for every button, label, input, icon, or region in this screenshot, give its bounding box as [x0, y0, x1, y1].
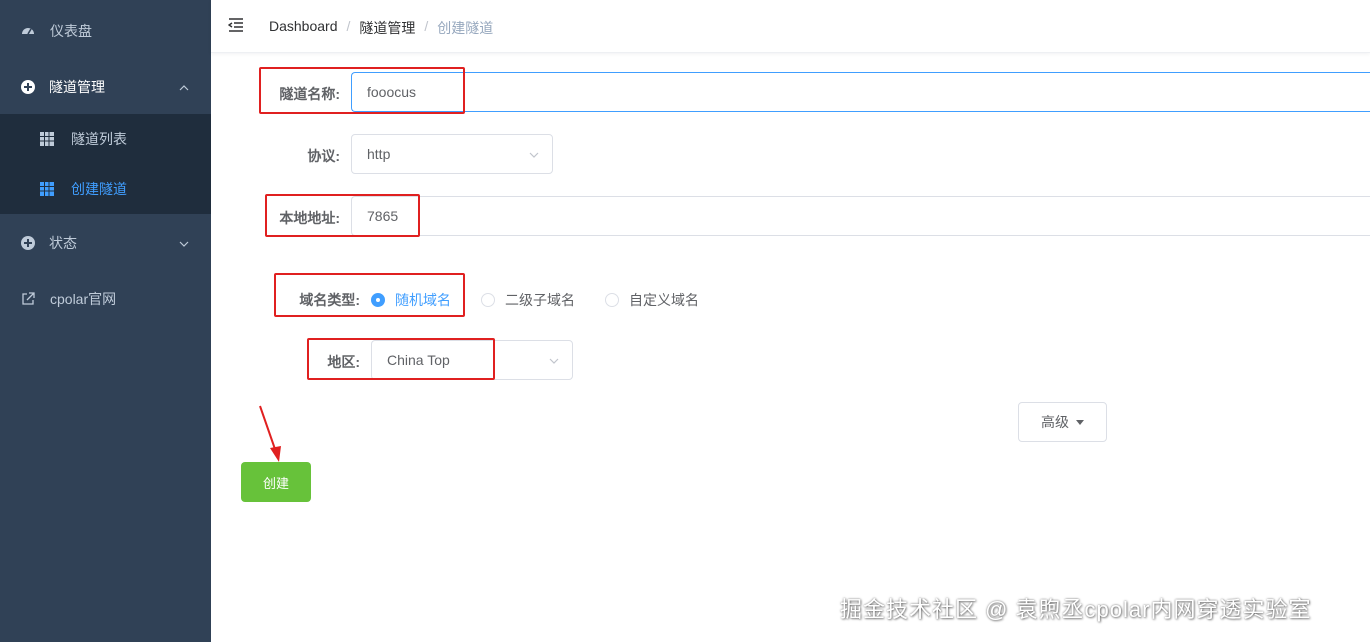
sidebar-item-cpolar-website[interactable]: cpolar官网 — [0, 271, 211, 327]
radio-label: 二级子域名 — [505, 292, 575, 308]
tunnel-management-icon — [20, 79, 36, 95]
breadcrumb-tunnel-management[interactable]: 隧道管理 — [359, 18, 415, 38]
radio-label: 自定义域名 — [629, 292, 699, 308]
sidebar-item-label: 隧道列表 — [71, 131, 127, 147]
breadcrumb-dashboard[interactable]: Dashboard — [269, 18, 338, 38]
status-icon — [20, 235, 36, 251]
local-address-label: 本地地址: — [279, 210, 340, 226]
sidebar-item-dashboard[interactable]: 仪表盘 — [0, 3, 211, 59]
local-address-value: 7865 — [367, 208, 399, 224]
domain-type-label: 域名类型: — [299, 292, 360, 308]
breadcrumb: Dashboard / 隧道管理 / 创建隧道 — [269, 18, 493, 38]
table-icon — [40, 182, 54, 196]
sidebar-item-tunnel-list[interactable]: 隧道列表 — [0, 114, 211, 164]
watermark: 掘金技术社区 @ 袁煦丞cpolar内网穿透实验室 — [840, 597, 1312, 622]
sidebar-item-label: 状态 — [49, 235, 77, 251]
radio-dot-icon — [605, 293, 619, 307]
region-value: China Top — [387, 352, 450, 368]
menu-fold-icon[interactable] — [227, 17, 246, 33]
table-icon — [40, 132, 54, 146]
radio-random-domain[interactable]: 随机域名 — [371, 290, 451, 310]
tunnel-name-value: fooocus — [367, 84, 417, 100]
sidebar-item-label: 仪表盘 — [50, 23, 92, 39]
radio-custom-domain[interactable]: 自定义域名 — [605, 290, 699, 310]
sidebar-item-tunnel-management[interactable]: 隧道管理 — [0, 59, 211, 115]
external-link-icon — [20, 291, 36, 307]
chevron-up-icon — [178, 81, 190, 93]
caret-down-icon — [1076, 419, 1084, 425]
tunnel-name-input[interactable]: fooocus — [351, 72, 1370, 112]
radio-label: 随机域名 — [395, 292, 451, 308]
advanced-button[interactable]: 高级 — [1018, 402, 1107, 442]
sidebar-item-label: cpolar官网 — [50, 291, 117, 307]
create-button[interactable]: 创建 — [241, 462, 311, 502]
sidebar: 仪表盘 隧道管理 隧道列表 创建隧道 状态 cpolar官网 — [0, 0, 211, 642]
chevron-down-icon — [548, 354, 560, 366]
dashboard-icon — [20, 23, 36, 39]
local-address-input[interactable]: 7865 — [351, 196, 1370, 236]
advanced-label: 高级 — [1041, 414, 1069, 430]
sidebar-item-label: 创建隧道 — [71, 181, 127, 197]
radio-subdomain[interactable]: 二级子域名 — [481, 290, 575, 310]
sidebar-item-status[interactable]: 状态 — [0, 215, 211, 271]
tunnel-name-label: 隧道名称: — [279, 86, 340, 102]
region-label: 地区: — [327, 354, 360, 370]
annotation-arrow-icon — [259, 405, 281, 462]
sidebar-item-label: 隧道管理 — [49, 79, 105, 95]
breadcrumb-create-tunnel: 创建隧道 — [437, 20, 494, 36]
protocol-select[interactable]: http — [351, 134, 553, 174]
tunnel-submenu: 隧道列表 创建隧道 — [0, 114, 211, 214]
radio-dot-icon — [371, 293, 385, 307]
breadcrumb-separator: / — [346, 18, 351, 34]
sidebar-item-create-tunnel[interactable]: 创建隧道 — [0, 164, 211, 214]
protocol-label: 协议: — [307, 148, 340, 164]
top-navbar: Dashboard / 隧道管理 / 创建隧道 — [211, 0, 1370, 53]
protocol-value: http — [367, 146, 391, 162]
chevron-down-icon — [528, 148, 540, 160]
chevron-down-icon — [178, 237, 190, 249]
breadcrumb-separator: / — [424, 18, 429, 34]
region-select[interactable]: China Top — [371, 340, 573, 380]
create-label: 创建 — [262, 475, 289, 491]
radio-dot-icon — [481, 293, 495, 307]
